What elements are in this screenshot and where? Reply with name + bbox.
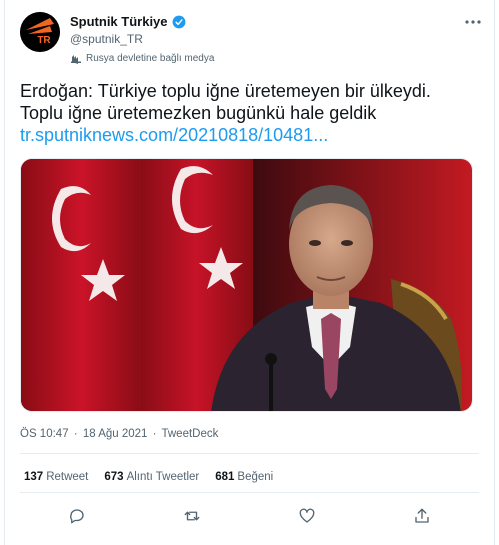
author-handle[interactable]: @sputnik_TR (70, 32, 143, 46)
tweet-source[interactable]: TweetDeck (161, 428, 218, 440)
share-button[interactable] (411, 505, 433, 527)
like-button[interactable] (296, 505, 318, 527)
tweet-stats: 137 Retweet 673 Alıntı Tweetler 681 Beğeni (24, 471, 289, 483)
meta-separator: · (152, 428, 157, 440)
avatar[interactable]: TR (20, 12, 60, 52)
stat-likes[interactable]: 681 Beğeni (215, 471, 273, 483)
tweet-line-1: Erdoğan: Türkiye toplu iğne üretemeyen b… (20, 81, 431, 101)
tweet-photo (21, 159, 472, 411)
state-media-text: Rusya devletine bağlı medya (86, 52, 215, 64)
stat-label: Retweet (46, 471, 89, 483)
tweet-date[interactable]: 18 Ağu 2021 (83, 428, 148, 440)
retweet-button[interactable] (181, 505, 203, 527)
stat-count: 681 (215, 471, 235, 483)
stat-retweets[interactable]: 137 Retweet (24, 471, 88, 483)
tweet-time[interactable]: ÖS 10:47 (20, 428, 69, 440)
tweet-header: TR Sputnik Türkiye @sputnik_TR Rusya dev… (20, 12, 483, 68)
tweet-text: Erdoğan: Türkiye toplu iğne üretemeyen b… (20, 80, 476, 146)
stat-quote-tweets[interactable]: 673 Alıntı Tweetler (104, 471, 199, 483)
more-dots-icon[interactable] (463, 14, 483, 30)
tweet-actions (20, 505, 479, 527)
tweet-line-2: Toplu iğne üretemezken bugünkü hale geld… (20, 103, 377, 123)
meta-separator: · (73, 428, 78, 440)
stat-count: 673 (104, 471, 124, 483)
tweet-meta: ÖS 10:47 · 18 Ağu 2021 · TweetDeck (20, 428, 220, 440)
state-media-icon (71, 55, 81, 64)
reply-icon (70, 509, 85, 524)
tweet-image[interactable] (20, 158, 473, 412)
verified-badge-icon (172, 15, 185, 28)
heart-icon (299, 508, 315, 523)
stat-label: Alıntı Tweetler (126, 471, 200, 483)
divider (20, 453, 479, 454)
stat-label: Beğeni (237, 471, 274, 483)
reply-button[interactable] (66, 505, 88, 527)
author-name[interactable]: Sputnik Türkiye (70, 14, 168, 29)
state-media-label[interactable]: Rusya devletine bağlı medya (70, 52, 214, 64)
tweet-link[interactable]: tr.sputniknews.com/20210818/10481... (20, 125, 328, 145)
share-icon (414, 508, 429, 523)
stat-count: 137 (24, 471, 44, 483)
avatar-text: TR (37, 35, 51, 46)
divider (20, 492, 479, 493)
retweet-icon (184, 511, 200, 521)
